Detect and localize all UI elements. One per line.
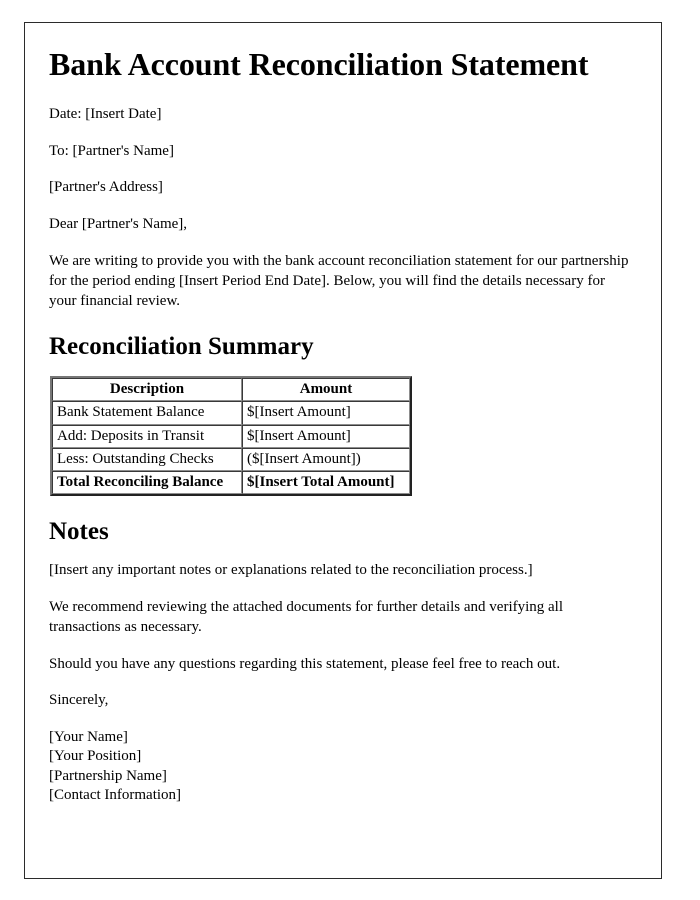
document-page: Bank Account Reconciliation Statement Da…: [24, 22, 662, 879]
cell-amount: $[Insert Amount]: [242, 401, 410, 425]
signature-line-partnership: [Partnership Name]: [49, 767, 167, 784]
notes-recommendation: We recommend reviewing the attached docu…: [49, 598, 564, 635]
sign-off: Sincerely,: [49, 692, 109, 709]
cell-description: Less: Outstanding Checks: [52, 447, 242, 472]
table-row: Bank Statement Balance $[Insert Amount]: [52, 401, 410, 425]
table-header: Description Amount: [52, 378, 410, 402]
signature-line-position: [Your Position]: [49, 748, 142, 765]
signature-line-contact: [Contact Information]: [49, 787, 182, 804]
notes-heading: Notes: [49, 518, 109, 546]
document-body: Bank Account Reconciliation Statement Da…: [25, 23, 661, 806]
table-row: Add: Deposits in Transit $[Insert Amount…: [52, 424, 410, 448]
table-row: Less: Outstanding Checks ($[Insert Amoun…: [52, 447, 410, 472]
cell-description: Bank Statement Balance: [52, 401, 242, 425]
table-row-total: Total Reconciling Balance $[Insert Total…: [52, 471, 410, 495]
column-header-amount: Amount: [242, 378, 410, 402]
reconciliation-summary-table: Description Amount Bank Statement Balanc…: [50, 376, 412, 497]
reconciliation-summary-heading: Reconciliation Summary: [49, 333, 314, 361]
intro-paragraph: We are writing to provide you with the b…: [49, 253, 629, 309]
recipient-address-line: [Partner's Address]: [49, 179, 163, 196]
column-header-description: Description: [52, 378, 242, 402]
notes-placeholder: [Insert any important notes or explanati…: [49, 562, 533, 579]
cell-amount-total: $[Insert Total Amount]: [242, 471, 410, 495]
cell-description-total: Total Reconciling Balance: [52, 471, 242, 495]
page-title: Bank Account Reconciliation Statement: [49, 46, 589, 82]
table-body: Bank Statement Balance $[Insert Amount] …: [52, 401, 410, 495]
cell-amount: $[Insert Amount]: [242, 424, 410, 448]
signature-line-name: [Your Name]: [49, 729, 128, 746]
signature-block: [Your Name] [Your Position] [Partnership…: [49, 728, 635, 805]
cell-amount: ($[Insert Amount]): [242, 447, 410, 472]
date-line: Date: [Insert Date]: [49, 105, 162, 122]
table-header-row: Description Amount: [52, 378, 410, 402]
cell-description: Add: Deposits in Transit: [52, 424, 242, 448]
notes-questions: Should you have any questions regarding …: [49, 655, 561, 672]
recipient-line: To: [Partner's Name]: [49, 142, 174, 159]
salutation-line: Dear [Partner's Name],: [49, 216, 188, 233]
